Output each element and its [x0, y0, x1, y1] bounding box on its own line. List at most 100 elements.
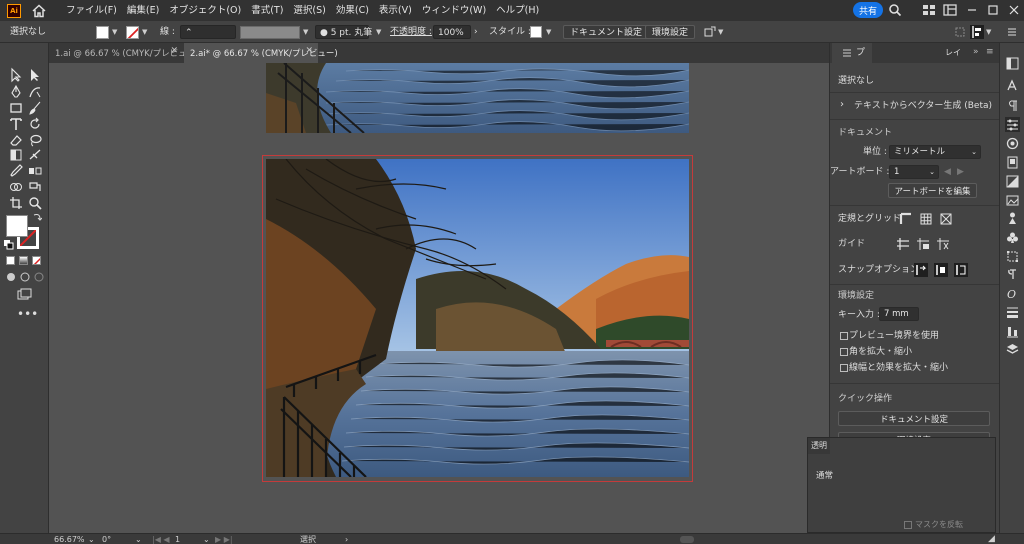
- rotate-tool-icon[interactable]: [27, 116, 43, 132]
- align-icon[interactable]: [970, 25, 984, 39]
- share-button[interactable]: 共有: [853, 2, 883, 18]
- chevron-down-icon[interactable]: ▼: [546, 25, 551, 39]
- swap-colors-icon[interactable]: [32, 212, 42, 222]
- chevron-down-icon[interactable]: ⌄: [88, 534, 95, 544]
- lock-guides-icon[interactable]: [916, 237, 930, 251]
- chevron-down-icon[interactable]: ▼: [112, 25, 117, 39]
- screen-mode-icon[interactable]: [16, 287, 32, 303]
- rectangle-tool-icon[interactable]: [8, 100, 24, 116]
- libraries-panel-icon[interactable]: [1005, 136, 1020, 151]
- canvas[interactable]: [49, 63, 829, 533]
- menu-effect[interactable]: 効果(C): [331, 0, 374, 21]
- artboard-number[interactable]: 1: [175, 534, 180, 544]
- width-tool-icon[interactable]: [27, 147, 43, 163]
- character-panel-icon[interactable]: [1005, 78, 1020, 93]
- chevron-right-icon[interactable]: ›: [840, 99, 844, 111]
- sliders-panel-icon[interactable]: [1005, 117, 1020, 132]
- tab-layers[interactable]: レイ: [945, 47, 961, 59]
- first-artboard-icon[interactable]: |◀ ◀: [152, 534, 170, 544]
- panel-menu-icon[interactable]: ≡: [986, 46, 994, 58]
- swatches-panel-icon[interactable]: [1005, 174, 1020, 189]
- menu-type[interactable]: 書式(T): [246, 0, 288, 21]
- lasso-tool-icon[interactable]: [27, 132, 43, 148]
- curvature-tool-icon[interactable]: [27, 84, 43, 100]
- type-tool-icon[interactable]: [8, 116, 24, 132]
- minimize-icon[interactable]: [965, 3, 979, 17]
- menu-help[interactable]: ヘルプ(H): [491, 0, 544, 21]
- rulers-icon[interactable]: [899, 212, 913, 226]
- previous-artboard-icon[interactable]: ◀: [944, 166, 951, 178]
- snap-to-point-icon[interactable]: [914, 263, 928, 277]
- grid-icon[interactable]: [919, 212, 933, 226]
- preferences-button[interactable]: 環境設定: [645, 25, 696, 39]
- chevron-right-icon[interactable]: ›: [345, 534, 348, 544]
- chevron-down-icon[interactable]: ▼: [303, 25, 308, 39]
- artboard-options-icon[interactable]: [954, 25, 966, 39]
- stroke-swatch[interactable]: [126, 26, 139, 39]
- quick-document-setup-button[interactable]: ドキュメント設定: [838, 411, 990, 426]
- search-icon[interactable]: [888, 3, 902, 17]
- home-icon[interactable]: [31, 3, 47, 19]
- chevron-down-icon[interactable]: ▼: [718, 25, 723, 39]
- layers-panel-icon[interactable]: [1005, 342, 1020, 357]
- menu-window[interactable]: ウィンドウ(W): [417, 0, 491, 21]
- menu-file[interactable]: ファイル(F): [61, 0, 122, 21]
- transform-panel-icon[interactable]: [1005, 249, 1020, 264]
- pen-tool-icon[interactable]: [8, 84, 24, 100]
- artboard-1-image[interactable]: [266, 63, 689, 133]
- gradient-tool-icon[interactable]: [8, 147, 24, 163]
- document-setup-button[interactable]: ドキュメント設定: [563, 25, 650, 39]
- live-paint-tool-icon[interactable]: [27, 179, 43, 195]
- invert-mask-checkbox[interactable]: [904, 521, 912, 529]
- menu-object[interactable]: オブジェクト(O): [164, 0, 246, 21]
- eraser-tool-icon[interactable]: [8, 132, 24, 148]
- opacity-label[interactable]: 不透明度 :: [390, 25, 432, 39]
- menu-view[interactable]: 表示(V): [374, 0, 417, 21]
- align-panel-icon[interactable]: [1005, 324, 1020, 339]
- close-icon[interactable]: ✕: [305, 46, 313, 56]
- stroke-weight-field[interactable]: ⌃: [180, 25, 236, 39]
- artboard-select[interactable]: 1 ⌄: [889, 165, 939, 179]
- selection-tool-icon[interactable]: [8, 67, 24, 83]
- draw-normal-icon[interactable]: [5, 271, 17, 283]
- club-symbol-icon[interactable]: [1005, 230, 1020, 245]
- panel-menu-icon[interactable]: [1006, 25, 1018, 39]
- default-colors-icon[interactable]: [4, 240, 14, 250]
- none-mode-button[interactable]: [32, 256, 41, 265]
- resize-grip-icon[interactable]: ◢: [988, 534, 995, 544]
- paragraph-panel-icon[interactable]: [1005, 98, 1020, 113]
- tab-properties[interactable]: プ: [832, 43, 872, 63]
- artboard-tool-icon[interactable]: [8, 195, 24, 211]
- image-trace-icon[interactable]: [1005, 193, 1020, 208]
- close-icon[interactable]: ✕: [170, 46, 178, 56]
- chevron-down-icon[interactable]: ⌄: [135, 534, 142, 544]
- tab-document-1[interactable]: 1.ai @ 66.67 % (CMYK/プレビュー) ✕: [49, 43, 198, 63]
- tab-document-2[interactable]: 2.ai* @ 66.67 % (CMYK/プレビュー) ✕: [184, 43, 338, 63]
- draw-inside-icon[interactable]: [33, 271, 45, 283]
- opentype-panel-icon[interactable]: O: [1005, 286, 1020, 301]
- scale-corners-checkbox[interactable]: [840, 348, 848, 356]
- scale-strokes-checkbox[interactable]: [840, 364, 848, 372]
- menu-edit[interactable]: 編集(E): [122, 0, 164, 21]
- chevron-down-icon[interactable]: ⌄: [203, 534, 210, 544]
- rotation-value[interactable]: 0°: [102, 534, 111, 544]
- show-guides-icon[interactable]: [896, 237, 910, 251]
- arrange-documents-icon[interactable]: [922, 3, 936, 17]
- transparency-panel[interactable]: 透明 通常 マスクを反転: [807, 437, 996, 533]
- collapse-icon[interactable]: »: [973, 46, 979, 58]
- snap-to-pixel-icon[interactable]: [934, 263, 948, 277]
- glyphs-panel-icon[interactable]: [1005, 267, 1020, 282]
- transform-icon[interactable]: [703, 25, 717, 39]
- chevron-down-icon[interactable]: ▼: [142, 25, 147, 39]
- zoom-level[interactable]: 66.67%: [54, 534, 85, 544]
- paintbrush-tool-icon[interactable]: [27, 100, 43, 116]
- chevron-down-icon[interactable]: ▼: [986, 25, 991, 39]
- color-panel-icon[interactable]: [1005, 155, 1020, 170]
- variable-width-profile[interactable]: [240, 26, 300, 39]
- opacity-field[interactable]: 100%: [433, 25, 471, 39]
- text-to-vector-link[interactable]: テキストからベクター生成 (Beta): [854, 100, 992, 112]
- zoom-tool-icon[interactable]: [27, 195, 43, 211]
- gradient-mode-button[interactable]: [19, 256, 28, 265]
- fill-color-box-front[interactable]: [6, 215, 28, 237]
- draw-behind-icon[interactable]: [19, 271, 31, 283]
